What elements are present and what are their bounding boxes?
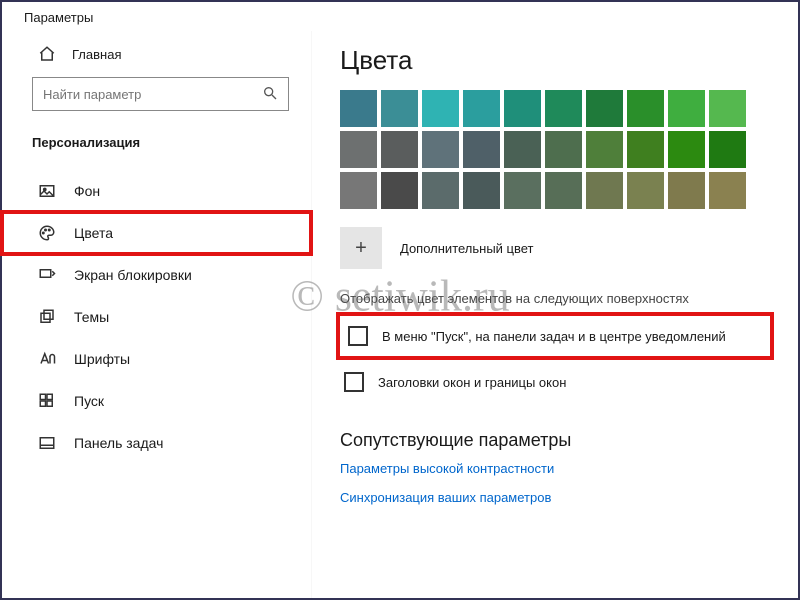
color-swatch[interactable] bbox=[627, 90, 664, 127]
color-swatch[interactable] bbox=[381, 172, 418, 209]
color-swatch[interactable] bbox=[340, 131, 377, 168]
surfaces-heading: Отображать цвет элементов на следующих п… bbox=[340, 291, 770, 306]
sidebar-item-label: Пуск bbox=[74, 393, 104, 409]
color-swatch[interactable] bbox=[668, 172, 705, 209]
color-swatch[interactable] bbox=[668, 131, 705, 168]
sidebar-item-label: Темы bbox=[74, 309, 109, 325]
color-swatch[interactable] bbox=[627, 131, 664, 168]
sidebar: Главная Персонализация Фон Цве bbox=[2, 31, 312, 598]
palette-icon bbox=[38, 224, 56, 242]
plus-icon: + bbox=[355, 237, 367, 260]
checkbox-icon[interactable] bbox=[348, 326, 368, 346]
main-content: Цвета + Дополнительный цвет Отображать ц… bbox=[312, 31, 798, 598]
color-swatch[interactable] bbox=[627, 172, 664, 209]
color-swatch[interactable] bbox=[340, 172, 377, 209]
color-swatch[interactable] bbox=[463, 131, 500, 168]
color-swatch[interactable] bbox=[545, 131, 582, 168]
search-icon bbox=[262, 85, 278, 104]
color-swatch[interactable] bbox=[545, 90, 582, 127]
sidebar-item-label: Цвета bbox=[74, 225, 113, 241]
sidebar-item-label: Панель задач bbox=[74, 435, 163, 451]
checkbox-label: Заголовки окон и границы окон bbox=[378, 375, 566, 390]
sidebar-item-start[interactable]: Пуск bbox=[2, 380, 311, 422]
fonts-icon bbox=[38, 350, 56, 368]
color-swatch[interactable] bbox=[545, 172, 582, 209]
sidebar-item-label: Экран блокировки bbox=[74, 267, 192, 283]
window-title: Параметры bbox=[2, 2, 798, 31]
color-swatch[interactable] bbox=[709, 172, 746, 209]
color-swatch[interactable] bbox=[340, 90, 377, 127]
checkbox-label: В меню "Пуск", на панели задач и в центр… bbox=[382, 329, 726, 344]
color-swatch[interactable] bbox=[422, 90, 459, 127]
checkbox-icon[interactable] bbox=[344, 372, 364, 392]
home-icon bbox=[38, 45, 56, 63]
color-swatch[interactable] bbox=[709, 131, 746, 168]
lockscreen-icon bbox=[38, 266, 56, 284]
sidebar-item-label: Шрифты bbox=[74, 351, 130, 367]
color-swatch[interactable] bbox=[381, 131, 418, 168]
color-swatch[interactable] bbox=[422, 131, 459, 168]
color-swatch[interactable] bbox=[463, 90, 500, 127]
sidebar-category: Персонализация bbox=[2, 117, 311, 158]
color-swatch[interactable] bbox=[381, 90, 418, 127]
search-input[interactable] bbox=[43, 87, 262, 102]
related-settings-title: Сопутствующие параметры bbox=[340, 430, 770, 451]
sidebar-item-label: Фон bbox=[74, 183, 100, 199]
sidebar-item-colors[interactable]: Цвета bbox=[2, 212, 311, 254]
link-high-contrast[interactable]: Параметры высокой контрастности bbox=[340, 461, 770, 476]
color-swatch[interactable] bbox=[463, 172, 500, 209]
custom-color-button[interactable]: + bbox=[340, 227, 382, 269]
color-swatch[interactable] bbox=[504, 172, 541, 209]
color-swatch[interactable] bbox=[586, 90, 623, 127]
search-input-wrap[interactable] bbox=[32, 77, 289, 111]
sidebar-item-taskbar[interactable]: Панель задач bbox=[2, 422, 311, 464]
page-title: Цвета bbox=[340, 45, 770, 76]
color-swatch[interactable] bbox=[422, 172, 459, 209]
taskbar-icon bbox=[38, 434, 56, 452]
start-icon bbox=[38, 392, 56, 410]
sidebar-item-lockscreen[interactable]: Экран блокировки bbox=[2, 254, 311, 296]
sidebar-item-background[interactable]: Фон bbox=[2, 170, 311, 212]
picture-icon bbox=[38, 182, 56, 200]
color-swatch[interactable] bbox=[586, 131, 623, 168]
custom-color-label: Дополнительный цвет bbox=[400, 241, 534, 256]
checkbox-title-bars[interactable]: Заголовки окон и границы окон bbox=[340, 364, 770, 400]
color-swatch[interactable] bbox=[709, 90, 746, 127]
sidebar-item-fonts[interactable]: Шрифты bbox=[2, 338, 311, 380]
color-swatches bbox=[340, 90, 770, 209]
color-swatch[interactable] bbox=[586, 172, 623, 209]
color-swatch[interactable] bbox=[504, 131, 541, 168]
link-sync-settings[interactable]: Синхронизация ваших параметров bbox=[340, 490, 770, 505]
sidebar-home-label: Главная bbox=[72, 47, 121, 62]
sidebar-item-themes[interactable]: Темы bbox=[2, 296, 311, 338]
color-swatch[interactable] bbox=[668, 90, 705, 127]
sidebar-home[interactable]: Главная bbox=[2, 35, 311, 71]
themes-icon bbox=[38, 308, 56, 326]
color-swatch[interactable] bbox=[504, 90, 541, 127]
checkbox-start-taskbar[interactable]: В меню "Пуск", на панели задач и в центр… bbox=[340, 316, 770, 356]
